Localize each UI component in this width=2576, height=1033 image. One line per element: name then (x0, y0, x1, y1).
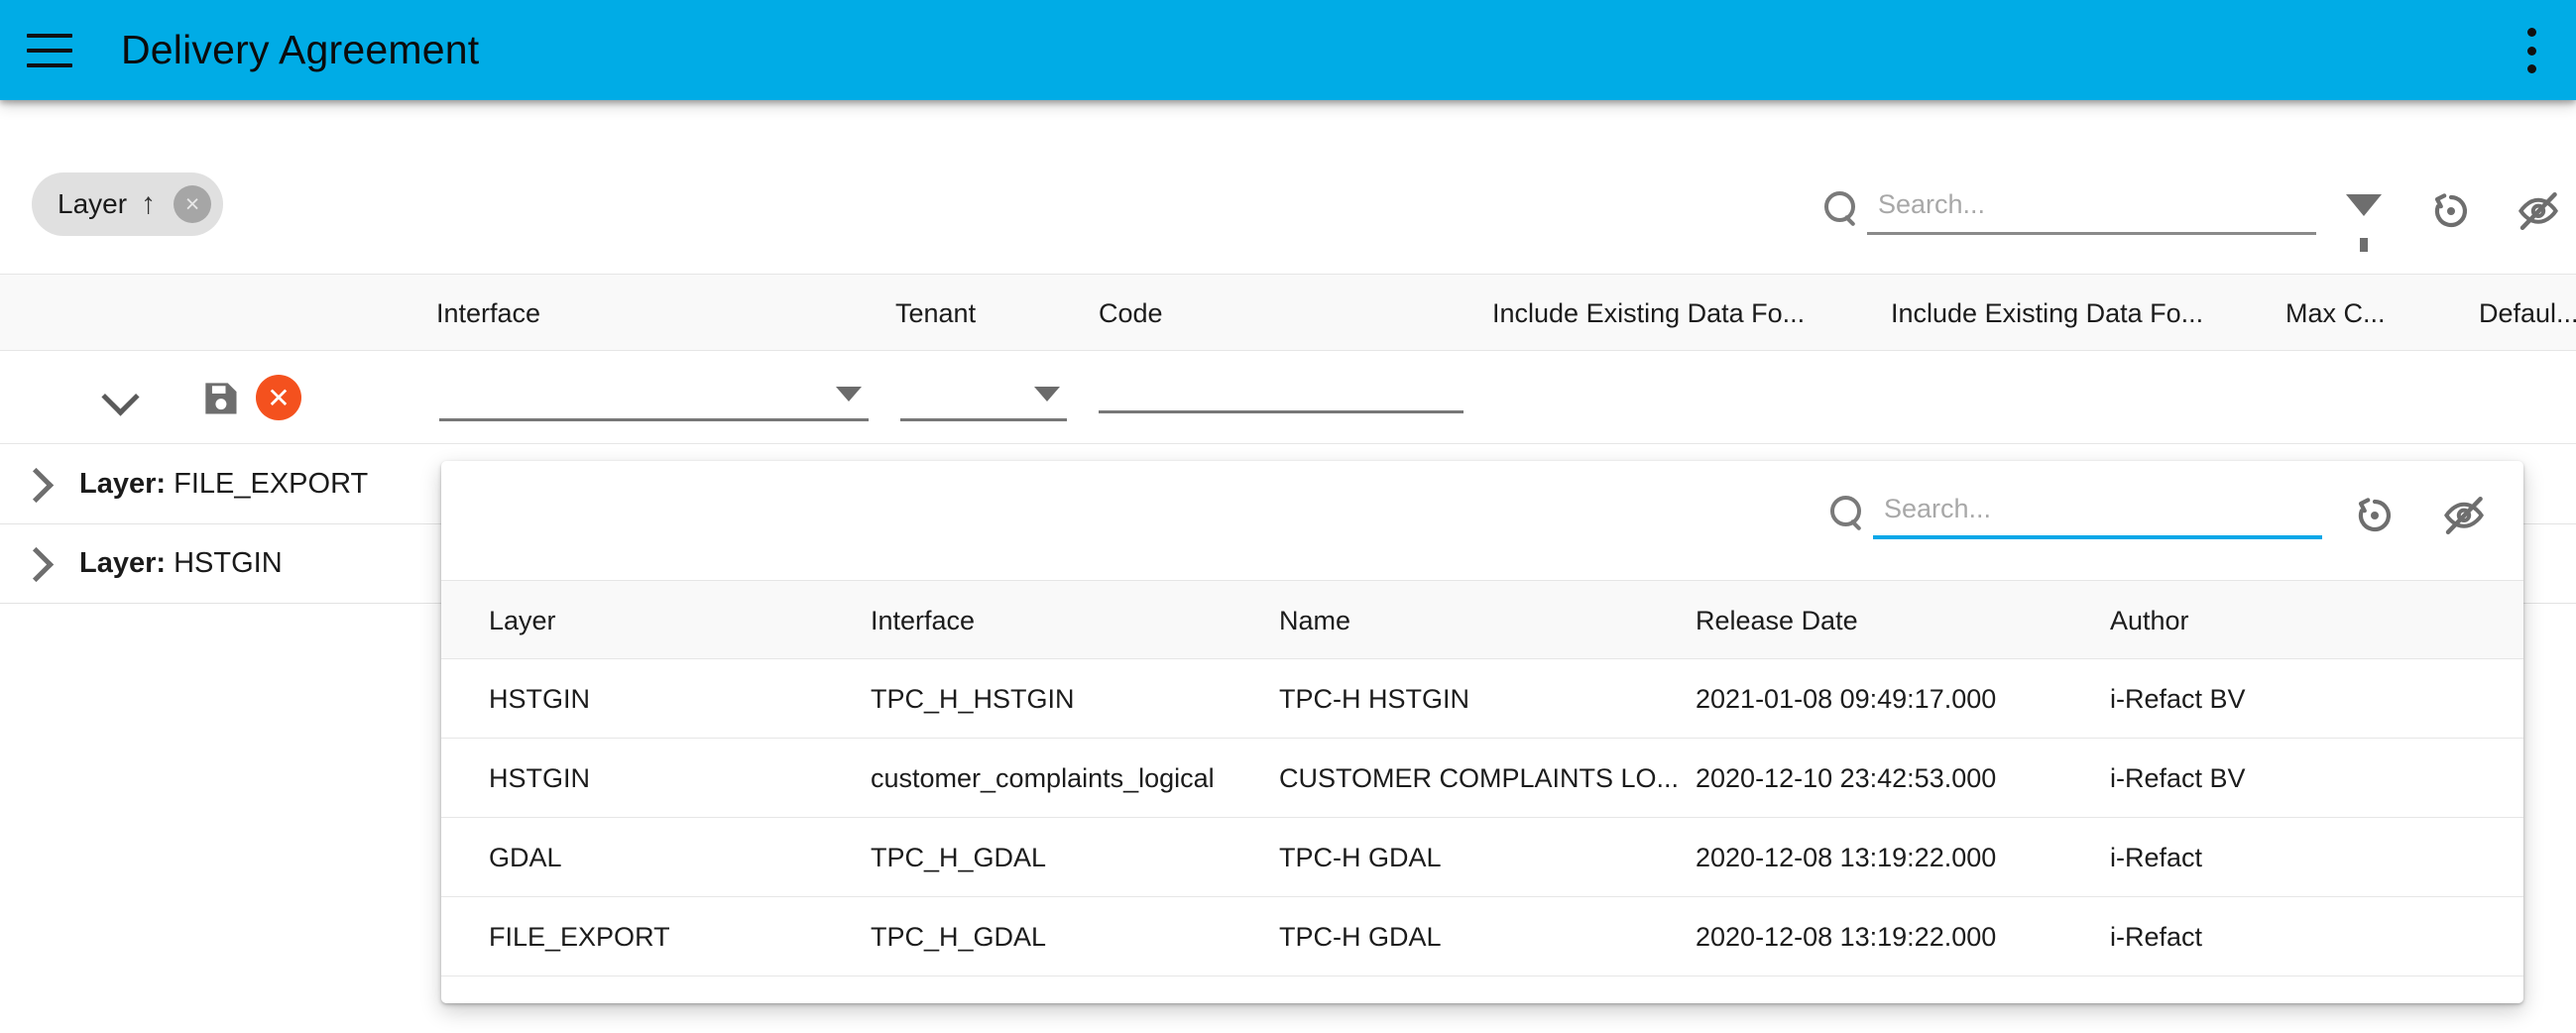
column-header-default[interactable]: Defaul... (2479, 275, 2576, 352)
sort-asc-icon: ↑ (141, 187, 157, 220)
popup-column-header-name[interactable]: Name (1279, 581, 1350, 660)
cancel-icon[interactable]: ✕ (256, 375, 301, 420)
chevron-right-icon[interactable] (20, 547, 54, 581)
table-row[interactable]: HSTGIN customer_complaints_logical CUSTO… (441, 739, 2523, 818)
sort-chip-label: Layer (58, 188, 128, 219)
grid-column-headers: Interface Tenant Code Include Existing D… (0, 274, 2576, 351)
column-header-max-c[interactable]: Max C... (2285, 275, 2386, 352)
cell-layer: GDAL (489, 842, 562, 872)
table-row[interactable]: GDAL TPC_H_GDAL TPC-H GDAL 2020-12-08 13… (441, 818, 2523, 897)
popup-toolbar: Search... (441, 461, 2523, 580)
hamburger-icon[interactable] (27, 33, 72, 67)
group-row-label: Layer: FILE_EXPORT (79, 468, 368, 501)
cell-release-date: 2021-01-08 09:49:17.000 (1696, 683, 1997, 714)
cell-name: TPC-H GDAL (1279, 921, 1442, 952)
toolbar-icons (2340, 187, 2562, 252)
hide-columns-icon[interactable] (2515, 187, 2562, 235)
cell-release-date: 2020-12-08 13:19:22.000 (1696, 921, 1997, 952)
group-row-prefix: Layer: (79, 547, 167, 579)
popup-search: Search... (1828, 484, 2322, 539)
cell-layer: HSTGIN (489, 683, 591, 714)
tenant-select-arrow-icon[interactable] (1034, 387, 1060, 402)
popup-toolbar-icons (2351, 492, 2488, 539)
cell-author: i-Refact BV (2110, 683, 2246, 714)
cell-interface: TPC_H_HSTGIN (871, 683, 1075, 714)
restore-icon[interactable] (2351, 492, 2399, 539)
chevron-right-icon[interactable] (20, 468, 54, 502)
lookup-popup: Search... Layer Interface Name Release D… (441, 461, 2523, 1003)
group-row-value: HSTGIN (174, 547, 283, 579)
hide-columns-icon[interactable] (2440, 492, 2488, 539)
popup-column-headers: Layer Interface Name Release Date Author (441, 580, 2523, 659)
popup-search-placeholder: Search... (1884, 493, 1992, 523)
group-row-prefix: Layer: (79, 468, 167, 500)
restore-icon[interactable] (2427, 187, 2475, 235)
group-row-label: Layer: HSTGIN (79, 547, 283, 580)
tenant-select-underline (900, 418, 1067, 421)
column-header-tenant[interactable]: Tenant (895, 275, 976, 352)
app-bar: Delivery Agreement (0, 0, 2576, 100)
search-icon (1822, 190, 1856, 224)
sort-chip-layer[interactable]: Layer ↑ × (32, 172, 224, 236)
cell-author: i-Refact (2110, 921, 2203, 952)
table-row[interactable]: FILE_EXPORT TPC_H_GDAL TPC-H GDAL 2020-1… (441, 897, 2523, 976)
save-icon[interactable] (198, 376, 242, 419)
cell-layer: FILE_EXPORT (489, 921, 670, 952)
popup-column-header-author[interactable]: Author (2110, 581, 2189, 660)
table-row[interactable]: HSTGIN TPC_H_HSTGIN TPC-H HSTGIN 2021-01… (441, 659, 2523, 739)
page-title: Delivery Agreement (121, 27, 480, 72)
cell-interface: TPC_H_GDAL (871, 842, 1047, 872)
popup-search-input[interactable]: Search... (1828, 484, 2322, 539)
cell-author: i-Refact (2110, 842, 2203, 872)
column-header-include-data-1[interactable]: Include Existing Data Fo... (1492, 275, 1805, 352)
search-input[interactable]: Search... (1822, 179, 2316, 235)
column-header-code[interactable]: Code (1099, 275, 1163, 352)
grid-search: Search... (1822, 179, 2318, 235)
code-input-underline[interactable] (1099, 410, 1464, 413)
cell-release-date: 2020-12-08 13:19:22.000 (1696, 842, 1997, 872)
cell-name: TPC-H HSTGIN (1279, 683, 1469, 714)
cell-name: CUSTOMER COMPLAINTS LO... (1279, 762, 1680, 793)
popup-search-underline (1873, 535, 2322, 539)
chevron-down-icon[interactable] (102, 382, 140, 409)
grid-toolbar: Layer ↑ × Search... (0, 100, 2576, 274)
grid-edit-row: ✕ (0, 351, 2576, 444)
popup-column-header-layer[interactable]: Layer (489, 581, 556, 660)
search-underline (1867, 232, 2316, 235)
popup-column-header-release-date[interactable]: Release Date (1696, 581, 1858, 660)
cell-interface: customer_complaints_logical (871, 762, 1215, 793)
column-header-include-data-2[interactable]: Include Existing Data Fo... (1891, 275, 2203, 352)
filter-icon[interactable] (2340, 187, 2388, 252)
interface-select-underline (439, 418, 869, 421)
search-icon (1828, 495, 1862, 528)
popup-column-header-interface[interactable]: Interface (871, 581, 975, 660)
cell-layer: HSTGIN (489, 762, 591, 793)
group-row-value: FILE_EXPORT (174, 468, 369, 500)
cell-name: TPC-H GDAL (1279, 842, 1442, 872)
cell-release-date: 2020-12-10 23:42:53.000 (1696, 762, 1997, 793)
more-vert-icon[interactable] (2526, 28, 2536, 73)
column-header-interface[interactable]: Interface (436, 275, 540, 352)
interface-select-arrow-icon[interactable] (836, 387, 862, 402)
close-icon[interactable]: × (174, 185, 212, 223)
cell-author: i-Refact BV (2110, 762, 2246, 793)
search-placeholder: Search... (1878, 188, 1986, 219)
cell-interface: TPC_H_GDAL (871, 921, 1047, 952)
